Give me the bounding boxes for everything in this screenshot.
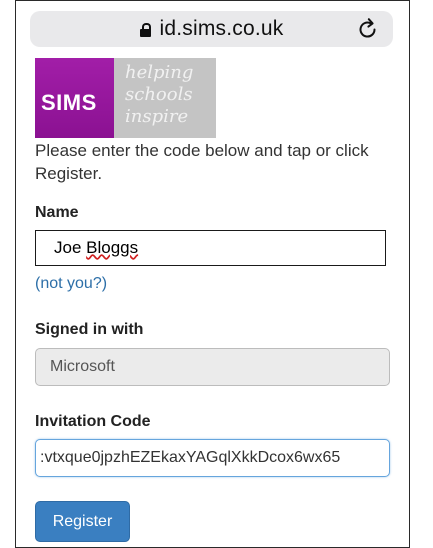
logo-brand-block: SIMS: [35, 58, 114, 138]
address-bar[interactable]: id.sims.co.uk: [30, 11, 393, 47]
logo-tagline-line-1: helping: [125, 62, 194, 83]
logo-brand-text: SIMS: [41, 90, 97, 115]
register-button[interactable]: Register: [35, 501, 130, 542]
sims-logo: SIMS helping schools inspire: [35, 58, 409, 138]
not-you-link[interactable]: (not you?): [35, 275, 107, 293]
address-bar-content: id.sims.co.uk: [30, 11, 393, 47]
signed-in-field: Microsoft: [35, 348, 390, 386]
name-field[interactable]: Joe Bloggs: [35, 230, 386, 266]
url-text[interactable]: id.sims.co.uk: [160, 17, 284, 41]
instructions-block: Please enter the code below and tap or c…: [35, 139, 405, 185]
signed-in-label: Signed in with: [35, 321, 144, 338]
browser-frame: id.sims.co.uk SIMS helping schools inspi…: [15, 0, 410, 548]
instructions-text: Please enter the code below and tap or c…: [35, 141, 369, 183]
lock-icon: [139, 23, 151, 37]
logo-tagline-line-2: schools: [125, 84, 193, 105]
invitation-code-label: Invitation Code: [35, 413, 151, 430]
name-last: Bloggs: [86, 238, 139, 257]
reload-icon[interactable]: [357, 16, 379, 42]
name-first: Joe: [54, 238, 87, 257]
logo-tagline-block: helping schools inspire: [114, 58, 216, 138]
name-label: Name: [35, 204, 79, 221]
logo-tagline-line-3: inspire: [125, 106, 189, 127]
invitation-code-field[interactable]: :vtxque0jpzhEZEkaxYAGqlXkkDcox6wx65: [35, 439, 390, 477]
